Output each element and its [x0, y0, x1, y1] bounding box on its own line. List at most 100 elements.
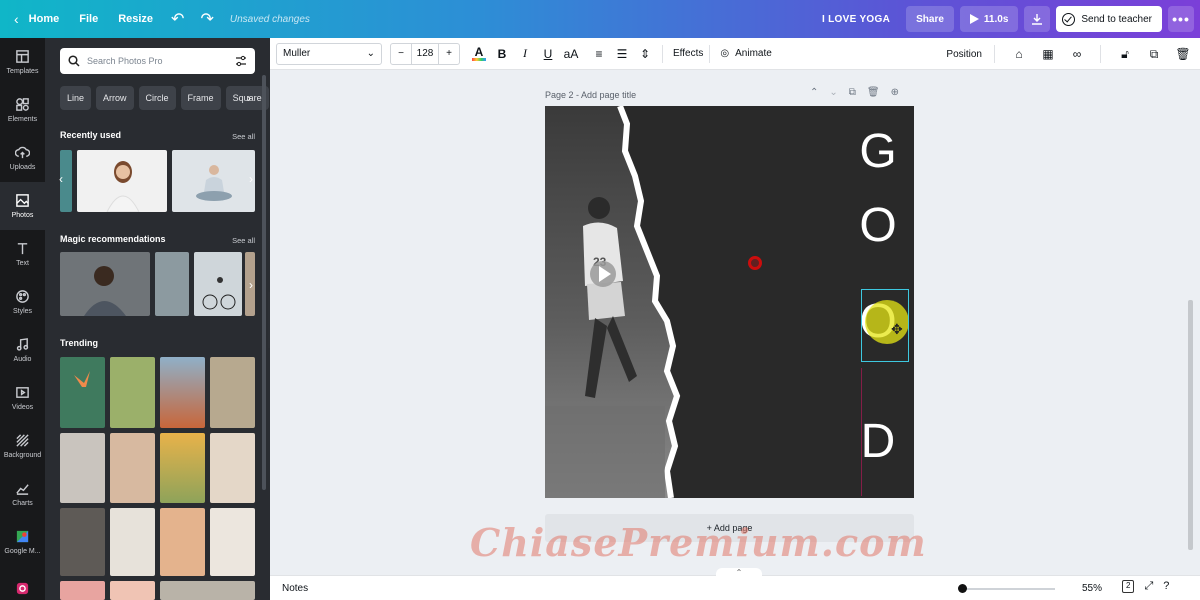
rail-item-instagram[interactable] [0, 566, 45, 600]
delete-page-icon[interactable]: 🗑︎ [867, 87, 880, 98]
page-title[interactable]: Page 2 - Add page title [545, 90, 636, 100]
chevron-up-icon[interactable]: ⌃ [810, 87, 818, 98]
rail-item-elements[interactable]: Elements [0, 86, 45, 134]
templates-icon [16, 50, 29, 63]
trending-thumb[interactable] [110, 508, 155, 576]
lock-icon[interactable]: 🔓︎ [1114, 43, 1136, 65]
see-all-recent[interactable]: See all [232, 132, 255, 141]
duplicate-icon[interactable]: ⧉ [1143, 43, 1165, 65]
play-button[interactable]: 11.0s [959, 6, 1019, 32]
share-button[interactable]: Share [906, 6, 954, 32]
font-size-decrease[interactable]: − [391, 44, 411, 64]
canvas-scrollbar[interactable] [1188, 300, 1193, 550]
recent-thumb[interactable] [77, 150, 167, 212]
send-to-teacher-button[interactable]: Send to teacher [1056, 6, 1162, 32]
fullscreen-icon[interactable]: ⤢ [1144, 580, 1153, 593]
rail-item-google-maps[interactable]: Google M... [0, 518, 45, 566]
italic-icon[interactable]: I [514, 43, 536, 65]
font-size-input[interactable]: 128 [411, 43, 439, 64]
letter-case-icon[interactable]: aA [560, 43, 582, 65]
animate-button[interactable]: ◎ Animate [720, 48, 771, 59]
chevron-up-icon[interactable]: ⌃ [716, 568, 762, 578]
font-size-increase[interactable]: + [439, 44, 459, 64]
trending-thumb[interactable] [160, 508, 205, 576]
trending-thumb[interactable] [160, 433, 205, 503]
link-icon[interactable]: ∞ [1066, 43, 1088, 65]
chevron-down-icon[interactable]: ⌄ [829, 87, 837, 98]
search-input[interactable]: Search Photos Pro [87, 56, 235, 66]
trending-thumb[interactable] [60, 433, 105, 503]
list-icon[interactable]: ☰ [611, 43, 633, 65]
filter-icon[interactable] [235, 55, 247, 67]
magic-thumb[interactable] [194, 252, 242, 316]
bold-icon[interactable]: B [491, 43, 513, 65]
help-icon[interactable]: ? [1163, 580, 1169, 593]
panel-scrollbar[interactable] [262, 75, 266, 490]
rail-item-charts[interactable]: Charts [0, 470, 45, 518]
position-button[interactable]: Position [946, 49, 982, 60]
chevron-right-icon[interactable]: › [249, 278, 253, 292]
chip-line[interactable]: Line [60, 86, 92, 110]
letter-g[interactable]: G [853, 124, 903, 179]
chevron-right-icon[interactable]: › [249, 172, 253, 186]
search-box[interactable]: Search Photos Pro [60, 48, 255, 74]
text-color-icon[interactable]: A [468, 43, 490, 65]
download-button[interactable] [1024, 6, 1051, 32]
letter-o-first[interactable]: O [853, 198, 903, 253]
resize-button[interactable]: Resize [108, 0, 163, 38]
effects-button[interactable]: Effects [673, 48, 703, 59]
rail-item-videos[interactable]: Videos [0, 374, 45, 422]
photos-panel: Search Photos Pro Line Arrow Circle Fram… [45, 38, 270, 600]
chevron-right-icon[interactable]: › [247, 91, 251, 105]
trending-thumb[interactable] [60, 508, 105, 576]
chevron-left-icon[interactable]: ‹ [59, 172, 63, 186]
page-count-icon[interactable]: 2 [1122, 580, 1135, 593]
undo-icon[interactable]: ↶ [163, 0, 192, 38]
trending-thumb[interactable] [110, 433, 155, 503]
trending-thumb[interactable] [60, 581, 105, 600]
rail-item-audio[interactable]: Audio [0, 326, 45, 374]
underline-icon[interactable]: U [537, 43, 559, 65]
rail-item-photos[interactable]: Photos [0, 182, 45, 230]
paint-roller-icon[interactable]: ⌂ [1008, 43, 1030, 65]
zoom-slider[interactable] [960, 588, 1055, 590]
spacing-icon[interactable]: ⇕ [634, 43, 656, 65]
rail-item-templates[interactable]: Templates [0, 38, 45, 86]
home-button[interactable]: ‹ Home [0, 0, 69, 38]
rail-item-uploads[interactable]: Uploads [0, 134, 45, 182]
file-menu[interactable]: File [69, 0, 108, 38]
more-options-button[interactable]: ••• [1168, 6, 1194, 32]
trending-thumb[interactable] [210, 357, 255, 428]
add-page-icon[interactable]: ⊕ [891, 87, 899, 98]
trending-thumb[interactable] [110, 357, 155, 428]
rail-item-styles[interactable]: Styles [0, 278, 45, 326]
zoom-slider-knob[interactable] [958, 584, 967, 593]
font-family-select[interactable]: Muller ⌄ [276, 42, 382, 65]
design-title[interactable]: I LOVE YOGA [822, 14, 890, 25]
notes-button[interactable]: Notes [282, 583, 308, 594]
magic-thumb[interactable] [155, 252, 189, 316]
trash-icon[interactable]: 🗑︎ [1172, 43, 1194, 65]
chip-arrow[interactable]: Arrow [96, 86, 134, 110]
transparency-icon[interactable]: ▦ [1037, 43, 1059, 65]
zoom-level[interactable]: 55% [1082, 583, 1102, 594]
magic-thumb[interactable] [60, 252, 150, 316]
trending-thumb[interactable] [60, 357, 105, 428]
align-center-icon[interactable]: ≡ [588, 43, 610, 65]
rail-item-text[interactable]: Text [0, 230, 45, 278]
see-all-magic[interactable]: See all [232, 236, 255, 245]
trending-thumb[interactable] [210, 433, 255, 503]
duplicate-page-icon[interactable]: ⧉ [849, 87, 856, 98]
trending-thumb[interactable] [160, 581, 255, 600]
chip-circle[interactable]: Circle [138, 86, 176, 110]
move-cursor-icon: ✥ [891, 321, 903, 337]
design-page[interactable]: 23 G O O D ✥ [545, 106, 914, 498]
trending-thumb[interactable] [110, 581, 155, 600]
basketball-photo[interactable]: 23 [545, 106, 685, 498]
trending-thumb[interactable] [210, 508, 255, 576]
redo-icon[interactable]: ↷ [192, 0, 221, 38]
rail-item-background[interactable]: Background [0, 422, 45, 470]
chip-frame[interactable]: Frame [180, 86, 221, 110]
recent-thumb[interactable] [172, 150, 255, 212]
trending-thumb[interactable] [160, 357, 205, 428]
